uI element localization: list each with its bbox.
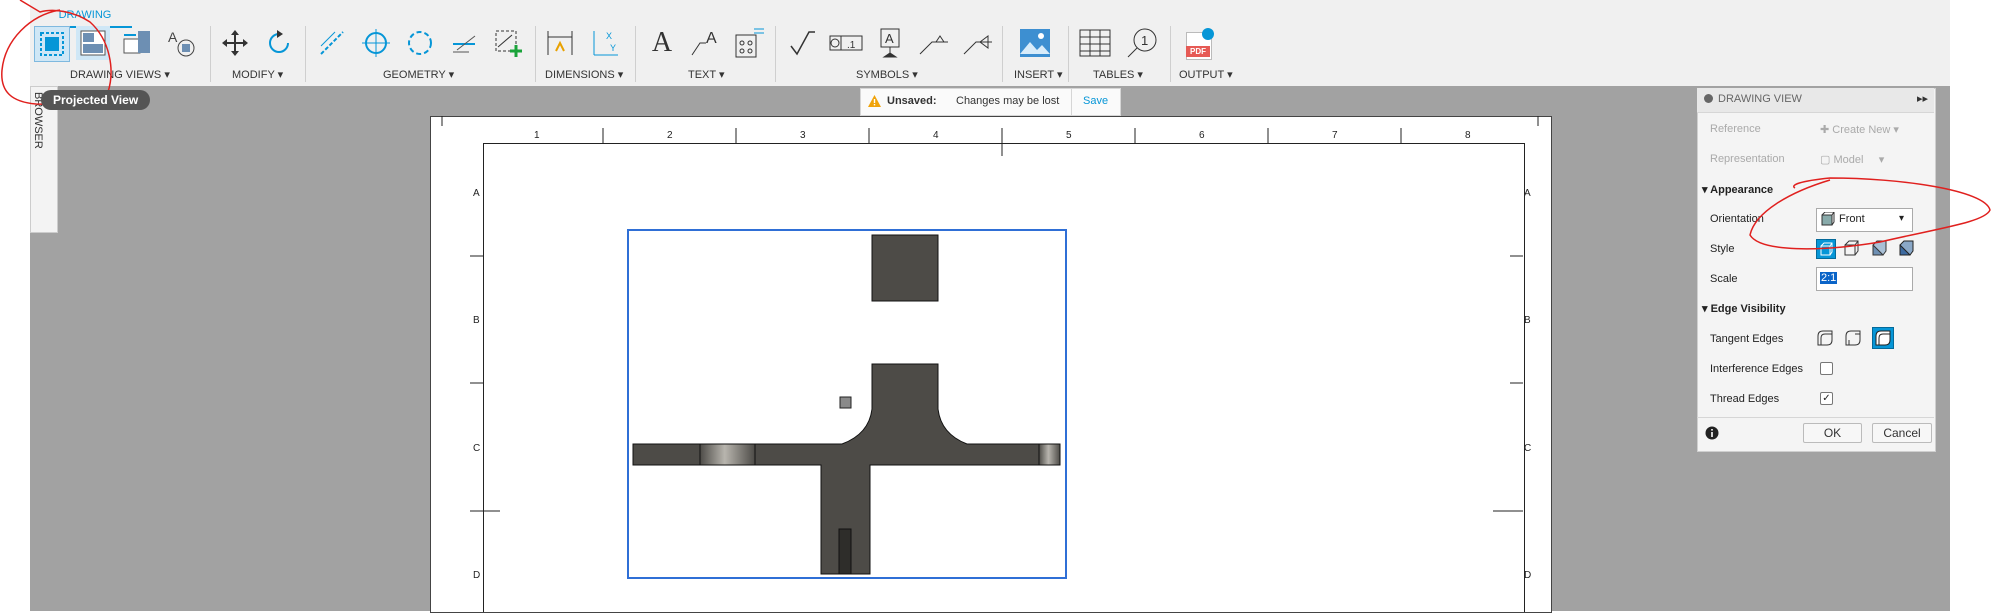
tooltip: Projected View <box>41 90 151 110</box>
annotation-circle-orientation <box>1749 177 1991 250</box>
hand-drawn-annotations <box>1 0 1991 250</box>
annotation-circle-drawing-views <box>1 0 112 105</box>
